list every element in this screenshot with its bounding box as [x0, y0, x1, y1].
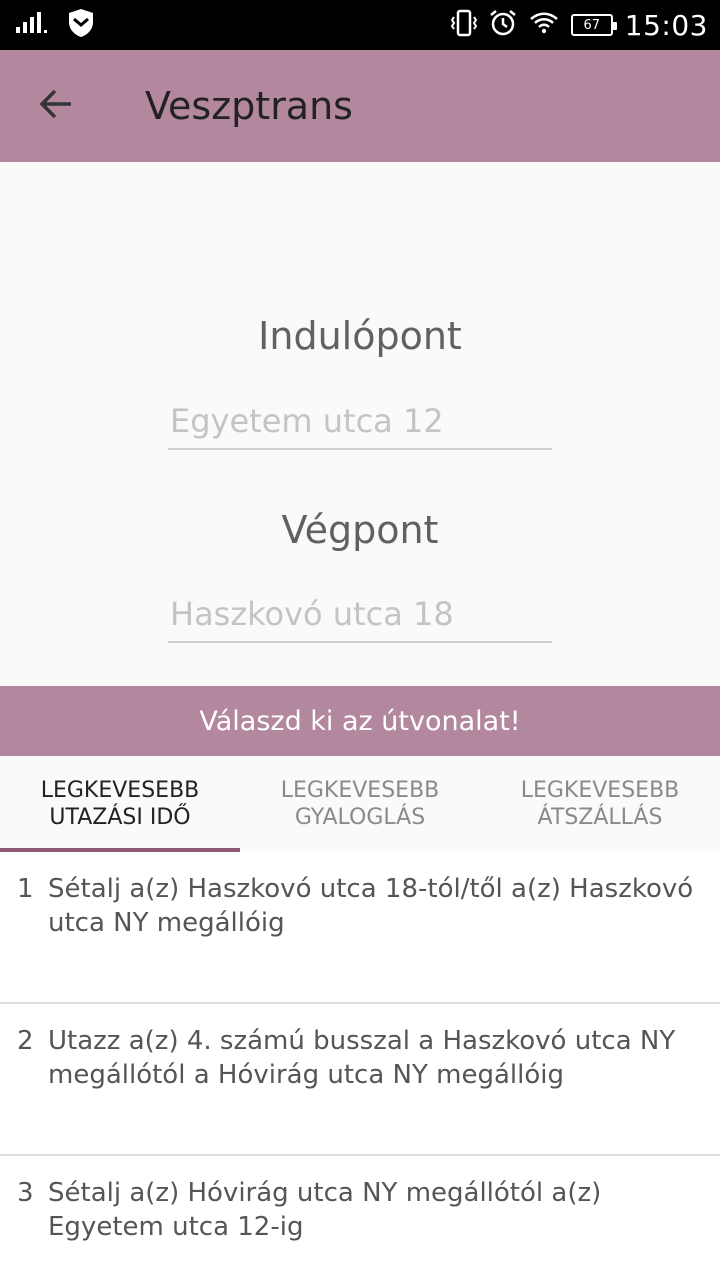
start-input[interactable]: [168, 400, 552, 450]
step-number: 2: [17, 1026, 34, 1056]
route-form: Indulópont Végpont: [0, 162, 720, 686]
tab-label-line1: LEGKEVESEBB: [40, 778, 200, 803]
signal-icon: [16, 11, 50, 40]
battery-level: 67: [583, 17, 601, 33]
status-time: 15:03: [624, 8, 708, 42]
arrow-left-icon: [38, 86, 74, 127]
status-bar: 67 15:03: [0, 0, 720, 50]
step-text: Sétalj a(z) Hóvirág utca NY megállótól a…: [48, 1178, 602, 1242]
choose-route-button[interactable]: Válaszd ki az útvonalat!: [0, 686, 720, 756]
choose-route-label: Válaszd ki az útvonalat!: [199, 705, 521, 737]
vibrate-icon: [450, 9, 477, 42]
step-number: 1: [17, 874, 34, 904]
tab-least-travel-time[interactable]: LEGKEVESEBB UTAZÁSI IDŐ: [0, 756, 240, 852]
alarm-icon: [489, 9, 517, 42]
tab-label-line2: GYALOGLÁS: [294, 805, 426, 830]
tab-label-line2: ÁTSZÁLLÁS: [537, 805, 663, 830]
route-tabs: LEGKEVESEBB UTAZÁSI IDŐ LEGKEVESEBB GYAL…: [0, 756, 720, 852]
app-title: Veszptrans: [145, 84, 353, 128]
list-item: 2 Utazz a(z) 4. számú busszal a Haszkovó…: [0, 1004, 720, 1156]
tab-least-transfers[interactable]: LEGKEVESEBB ÁTSZÁLLÁS: [480, 756, 720, 852]
wifi-icon: [529, 11, 559, 40]
tab-label-line1: LEGKEVESEBB: [520, 778, 680, 803]
tab-least-walking[interactable]: LEGKEVESEBB GYALOGLÁS: [240, 756, 480, 852]
end-label: Végpont: [281, 508, 439, 552]
battery-icon: 67: [570, 14, 617, 36]
status-bar-right: 67 15:03: [450, 8, 708, 42]
shield-icon: [68, 8, 94, 43]
status-bar-left: [16, 8, 94, 43]
step-text: Utazz a(z) 4. számú busszal a Haszkovó u…: [48, 1026, 676, 1090]
start-label: Indulópont: [258, 314, 462, 358]
app-bar: Veszptrans: [0, 50, 720, 162]
step-text: Sétalj a(z) Haszkovó utca 18-tól/től a(z…: [48, 874, 694, 938]
tab-label-line1: LEGKEVESEBB: [280, 778, 440, 803]
step-number: 3: [17, 1178, 34, 1208]
tab-label-line2: UTAZÁSI IDŐ: [49, 805, 191, 830]
end-input[interactable]: [168, 593, 552, 643]
list-item: 3 Sétalj a(z) Hóvirág utca NY megállótól…: [0, 1156, 720, 1280]
back-button[interactable]: [24, 74, 88, 138]
route-steps-list: 1 Sétalj a(z) Haszkovó utca 18-tól/től a…: [0, 852, 720, 1280]
list-item: 1 Sétalj a(z) Haszkovó utca 18-tól/től a…: [0, 852, 720, 1004]
